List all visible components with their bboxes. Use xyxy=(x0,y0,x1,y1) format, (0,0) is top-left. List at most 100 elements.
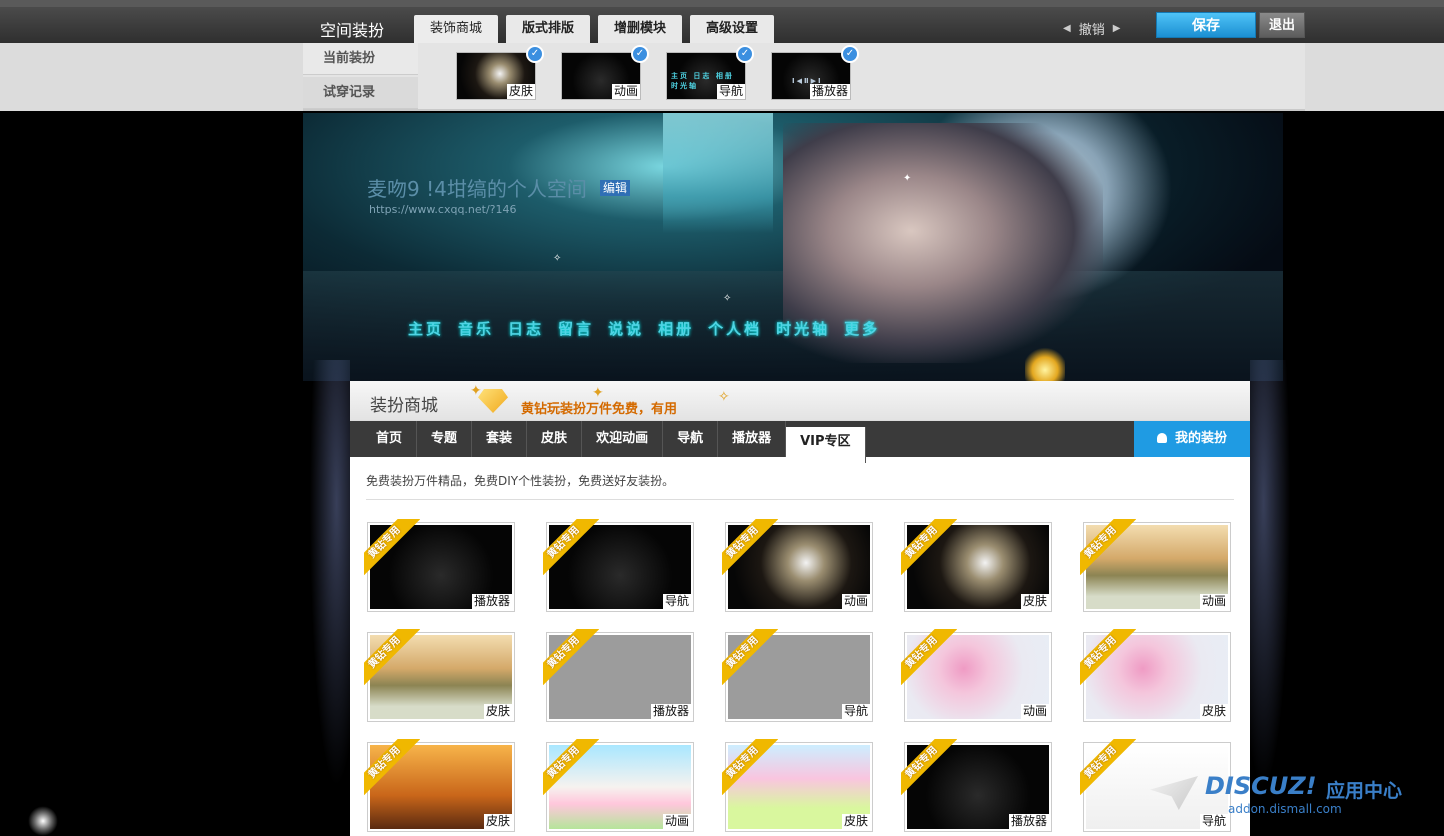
vip-ribbon: 黄钻专用 xyxy=(722,629,778,685)
store-title: 装扮商城 xyxy=(370,396,438,416)
nav-timeline[interactable]: 时光轴 xyxy=(776,318,830,339)
glitter-decoration xyxy=(1250,360,1295,836)
current-item-nav[interactable]: 主页 日志 相册 时光轴 ✓ 导航 xyxy=(666,45,754,100)
save-button[interactable]: 保存 xyxy=(1156,12,1256,38)
vip-ribbon: 黄钻专用 xyxy=(722,739,778,795)
store-item[interactable]: 黄钻专用 动画 xyxy=(722,519,873,612)
current-item-label: 动画 xyxy=(611,84,640,99)
category-welcome-animation[interactable]: 欢迎动画 xyxy=(582,421,664,457)
vip-ribbon: 黄钻专用 xyxy=(901,519,957,575)
glitter-decoration xyxy=(305,360,350,836)
check-icon: ✓ xyxy=(841,45,859,63)
tab-layout[interactable]: 版式排版 xyxy=(506,15,591,43)
top-tabs: 装饰商城 版式排版 增删模块 高级设置 xyxy=(414,15,775,45)
item-type-label: 动画 xyxy=(841,594,870,609)
vip-ribbon: 黄钻专用 xyxy=(1080,739,1136,795)
vip-ribbon-label: 黄钻专用 xyxy=(1080,739,1136,795)
current-item-skin[interactable]: ✓ 皮肤 xyxy=(456,45,544,100)
redo-arrow-icon[interactable]: ▶ xyxy=(1113,23,1121,34)
item-type-label: 动画 xyxy=(662,814,691,829)
undo-arrow-icon[interactable]: ◀ xyxy=(1063,23,1071,34)
paper-plane-icon xyxy=(1150,776,1198,810)
store-item[interactable]: 黄钻专用动画 xyxy=(1080,519,1231,612)
category-player[interactable]: 播放器 xyxy=(718,421,787,457)
check-icon: ✓ xyxy=(631,45,649,63)
vip-ribbon: 黄钻专用 xyxy=(543,739,599,795)
vip-ribbon-label: 黄钻专用 xyxy=(901,519,957,575)
tab-advanced-settings[interactable]: 高级设置 xyxy=(690,15,775,43)
store-item[interactable]: 黄钻专用 皮肤 xyxy=(1080,629,1231,722)
nav-album[interactable]: 相册 xyxy=(658,318,694,339)
item-type-label: 皮肤 xyxy=(1020,594,1049,609)
light-glow xyxy=(28,806,58,836)
item-type-label: 导航 xyxy=(662,594,691,609)
decoration-store-panel: 装扮商城 ✦ ✦ ✧ 黄钻玩装扮万件免费，有用 首页 专题 套装 皮肤 欢迎动画… xyxy=(350,381,1250,836)
vip-ribbon-label: 黄钻专用 xyxy=(543,629,599,685)
category-nav[interactable]: 导航 xyxy=(663,421,719,457)
current-item-player[interactable]: Ⅰ◀Ⅱ▶Ⅰ ✓ 播放器 xyxy=(771,45,859,100)
nav-home[interactable]: 主页 xyxy=(408,318,444,339)
store-item[interactable]: 黄钻专用动画 xyxy=(901,629,1052,722)
category-skins[interactable]: 皮肤 xyxy=(527,421,583,457)
tab-modules[interactable]: 增删模块 xyxy=(598,15,683,43)
vip-ribbon-label: 黄钻专用 xyxy=(1080,629,1136,685)
vip-ribbon-label: 黄钻专用 xyxy=(364,739,420,795)
current-item-animation[interactable]: ✓ 动画 xyxy=(561,45,649,100)
menu-current-decoration[interactable]: 当前装扮 xyxy=(303,43,418,75)
category-topics[interactable]: 专题 xyxy=(417,421,473,457)
item-type-label: 播放器 xyxy=(471,594,512,609)
tab-decoration-store[interactable]: 装饰商城 xyxy=(414,15,499,45)
nav-talk[interactable]: 说说 xyxy=(608,318,644,339)
store-item[interactable]: 黄钻专用导航 xyxy=(543,519,694,612)
nav-more[interactable]: 更多 xyxy=(844,318,880,339)
vip-ribbon: 黄钻专用 xyxy=(543,519,599,575)
store-item[interactable]: 黄钻专用皮肤 xyxy=(364,739,515,832)
nav-music[interactable]: 音乐 xyxy=(458,318,494,339)
item-type-label: 皮肤 xyxy=(483,704,512,719)
store-item[interactable]: 黄钻专用皮肤 xyxy=(722,739,873,832)
store-item[interactable]: 黄钻专用 皮肤 xyxy=(364,629,515,722)
sparkle-icon: ✦ xyxy=(470,383,482,399)
store-item[interactable]: 黄钻专用皮肤 xyxy=(901,519,1052,612)
current-item-label: 皮肤 xyxy=(506,84,535,99)
edit-name-button[interactable]: 编辑 xyxy=(600,180,631,196)
undo-label[interactable]: 撤销 xyxy=(1079,19,1105,38)
user-icon xyxy=(1156,433,1167,443)
store-item[interactable]: 黄钻专用播放器 xyxy=(364,519,515,612)
item-type-label: 动画 xyxy=(1020,704,1049,719)
nav-blog[interactable]: 日志 xyxy=(508,318,544,339)
nav-profile[interactable]: 个人档 xyxy=(708,318,762,339)
app-title: 空间装扮 xyxy=(320,21,385,40)
my-decorations-label: 我的装扮 xyxy=(1174,431,1227,446)
nav-messages[interactable]: 留言 xyxy=(558,318,594,339)
my-decorations-button[interactable]: 我的装扮 xyxy=(1134,421,1250,457)
space-name: 麦吻9 !4坩缟的个人空间 xyxy=(367,177,587,201)
promo-text[interactable]: 黄钻玩装扮万件免费，有用 xyxy=(521,398,677,417)
vip-ribbon-label: 黄钻专用 xyxy=(1080,519,1136,575)
item-type-label: 播放器 xyxy=(1008,814,1049,829)
category-sets[interactable]: 套装 xyxy=(472,421,528,457)
vip-ribbon-label: 黄钻专用 xyxy=(722,629,778,685)
space-url: https://www.cxqq.net/?146 xyxy=(369,203,517,216)
store-item[interactable]: 黄钻专用动画 xyxy=(543,739,694,832)
vip-ribbon-label: 黄钻专用 xyxy=(901,739,957,795)
category-vip[interactable]: VIP专区 xyxy=(786,427,866,463)
item-type-label: 动画 xyxy=(1199,594,1228,609)
vip-ribbon: 黄钻专用 xyxy=(1080,629,1136,685)
store-item[interactable]: 黄钻专用 导航 xyxy=(722,629,873,722)
item-type-label: 皮肤 xyxy=(841,814,870,829)
lantern-icon xyxy=(1025,345,1065,381)
vip-ribbon: 黄钻专用 xyxy=(364,519,420,575)
store-item[interactable]: 黄钻专用 播放器 xyxy=(543,629,694,722)
vip-ribbon: 黄钻专用 xyxy=(901,739,957,795)
exit-button[interactable]: 退出 xyxy=(1259,12,1305,38)
category-home[interactable]: 首页 xyxy=(350,421,418,457)
vip-ribbon-label: 黄钻专用 xyxy=(543,739,599,795)
vip-ribbon: 黄钻专用 xyxy=(543,629,599,685)
current-decoration-bar: 当前装扮 试穿记录 ✓ 皮肤 ✓ 动画 主页 日志 相册 时光轴 ✓ 导航 Ⅰ◀… xyxy=(0,43,1444,111)
store-item[interactable]: 黄钻专用播放器 xyxy=(901,739,1052,832)
vip-ribbon-label: 黄钻专用 xyxy=(901,629,957,685)
store-description: 免费装扮万件精品，免费DIY个性装扮，免费送好友装扮。 xyxy=(366,472,1234,500)
item-type-label: 皮肤 xyxy=(483,814,512,829)
menu-tryon-history[interactable]: 试穿记录 xyxy=(303,77,418,109)
